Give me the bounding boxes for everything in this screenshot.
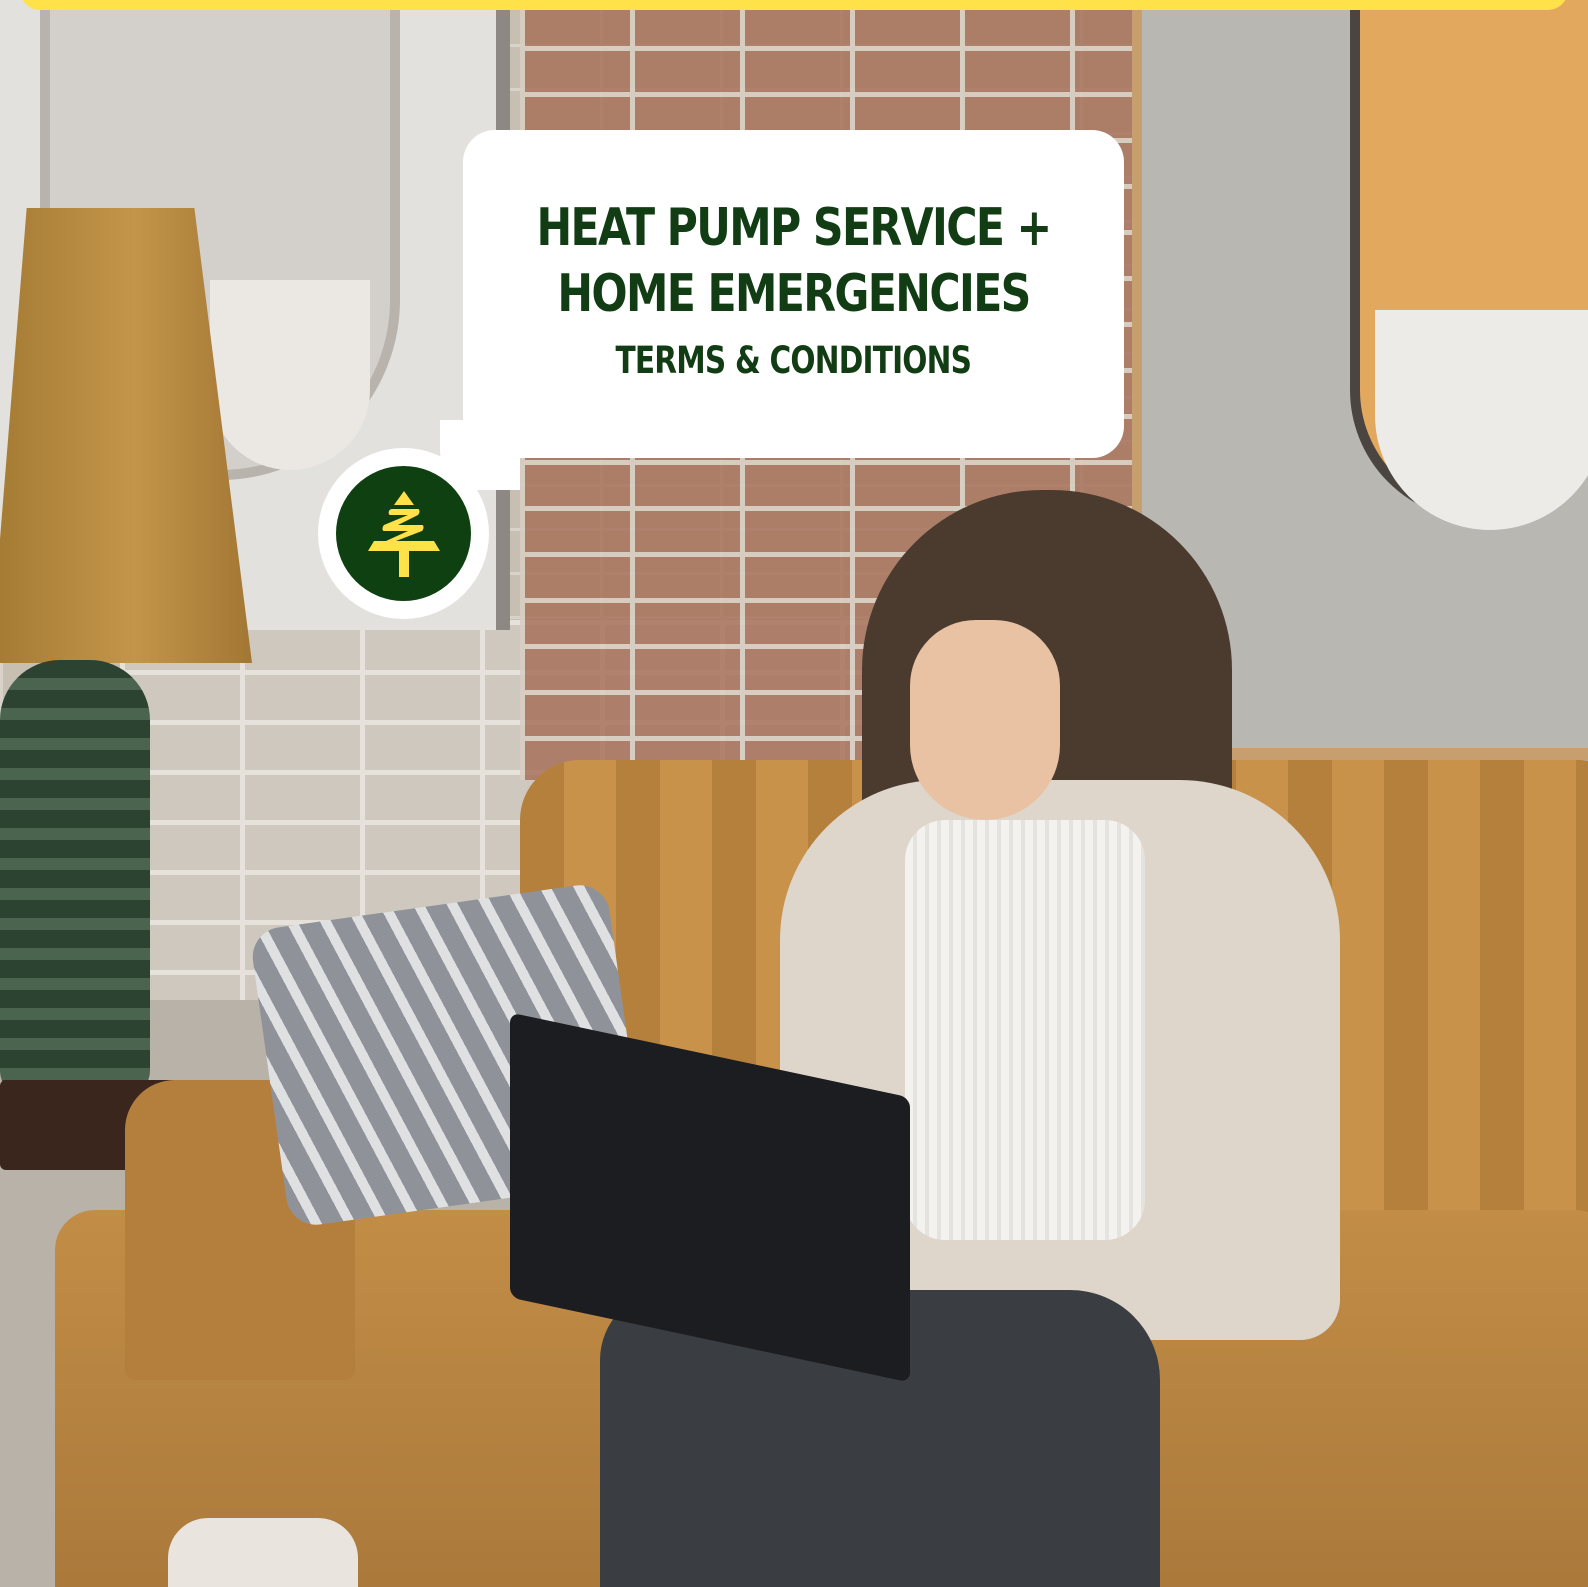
page-title: HEAT PUMP SERVICE + HOME EMERGENCIES: [536, 195, 1052, 327]
title-line-1: HEAT PUMP SERVICE +: [536, 198, 1052, 258]
logo-circle: [336, 466, 471, 601]
cup: [168, 1518, 358, 1587]
person-face: [910, 620, 1060, 820]
lamp-base: [0, 660, 150, 1100]
painted-shoe-left-toe: [210, 280, 370, 470]
title-line-2: HOME EMERGENCIES: [557, 264, 1031, 324]
page-subtitle: TERMS & CONDITIONS: [615, 339, 973, 382]
tree-logo-icon: [367, 490, 440, 577]
speech-bubble: HEAT PUMP SERVICE + HOME EMERGENCIES TER…: [463, 130, 1124, 458]
logo-badge: [318, 448, 489, 619]
top-accent-strip: [20, 0, 1568, 10]
person-sweater: [905, 820, 1145, 1240]
